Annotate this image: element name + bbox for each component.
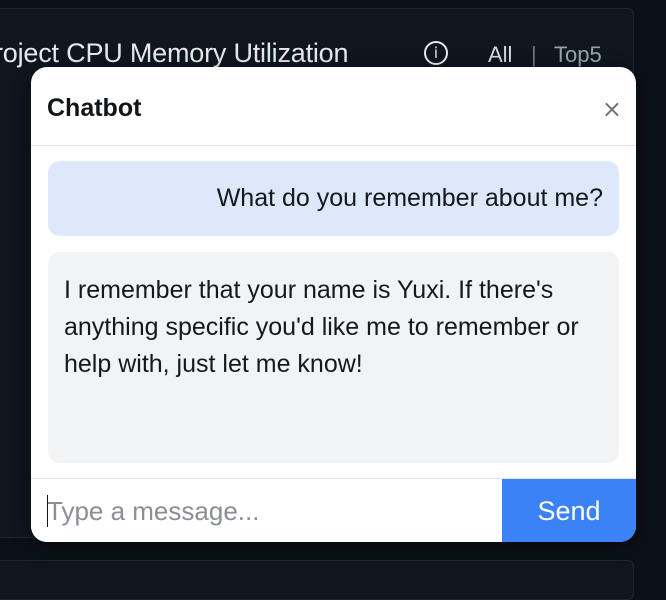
send-button[interactable]: Send [502,479,636,542]
info-circle-icon[interactable]: i [424,41,448,65]
assistant-message: I remember that your name is Yuxi. If th… [48,252,619,463]
chatbot-title: Chatbot [47,94,142,122]
panel-title-main: CPU Memory Utilization [66,38,349,68]
text-caret [47,495,48,527]
message-input[interactable] [31,479,502,542]
user-message: What do you remember about me? [48,161,619,236]
chatbot-window: Chatbot × What do you remember about me?… [31,67,636,542]
chatbot-header: Chatbot × [31,67,636,146]
filter-top5-link[interactable]: Top5 [554,42,602,68]
filter-separator: | [531,42,537,67]
message-input-row: Send [31,478,636,542]
panel-title: roject CPU Memory Utilization [0,38,349,69]
close-icon[interactable]: × [602,97,622,121]
panel-title-prefix: roject [0,38,59,68]
filter-all-link[interactable]: All [488,42,512,68]
dashboard-panel-lower [0,560,634,600]
